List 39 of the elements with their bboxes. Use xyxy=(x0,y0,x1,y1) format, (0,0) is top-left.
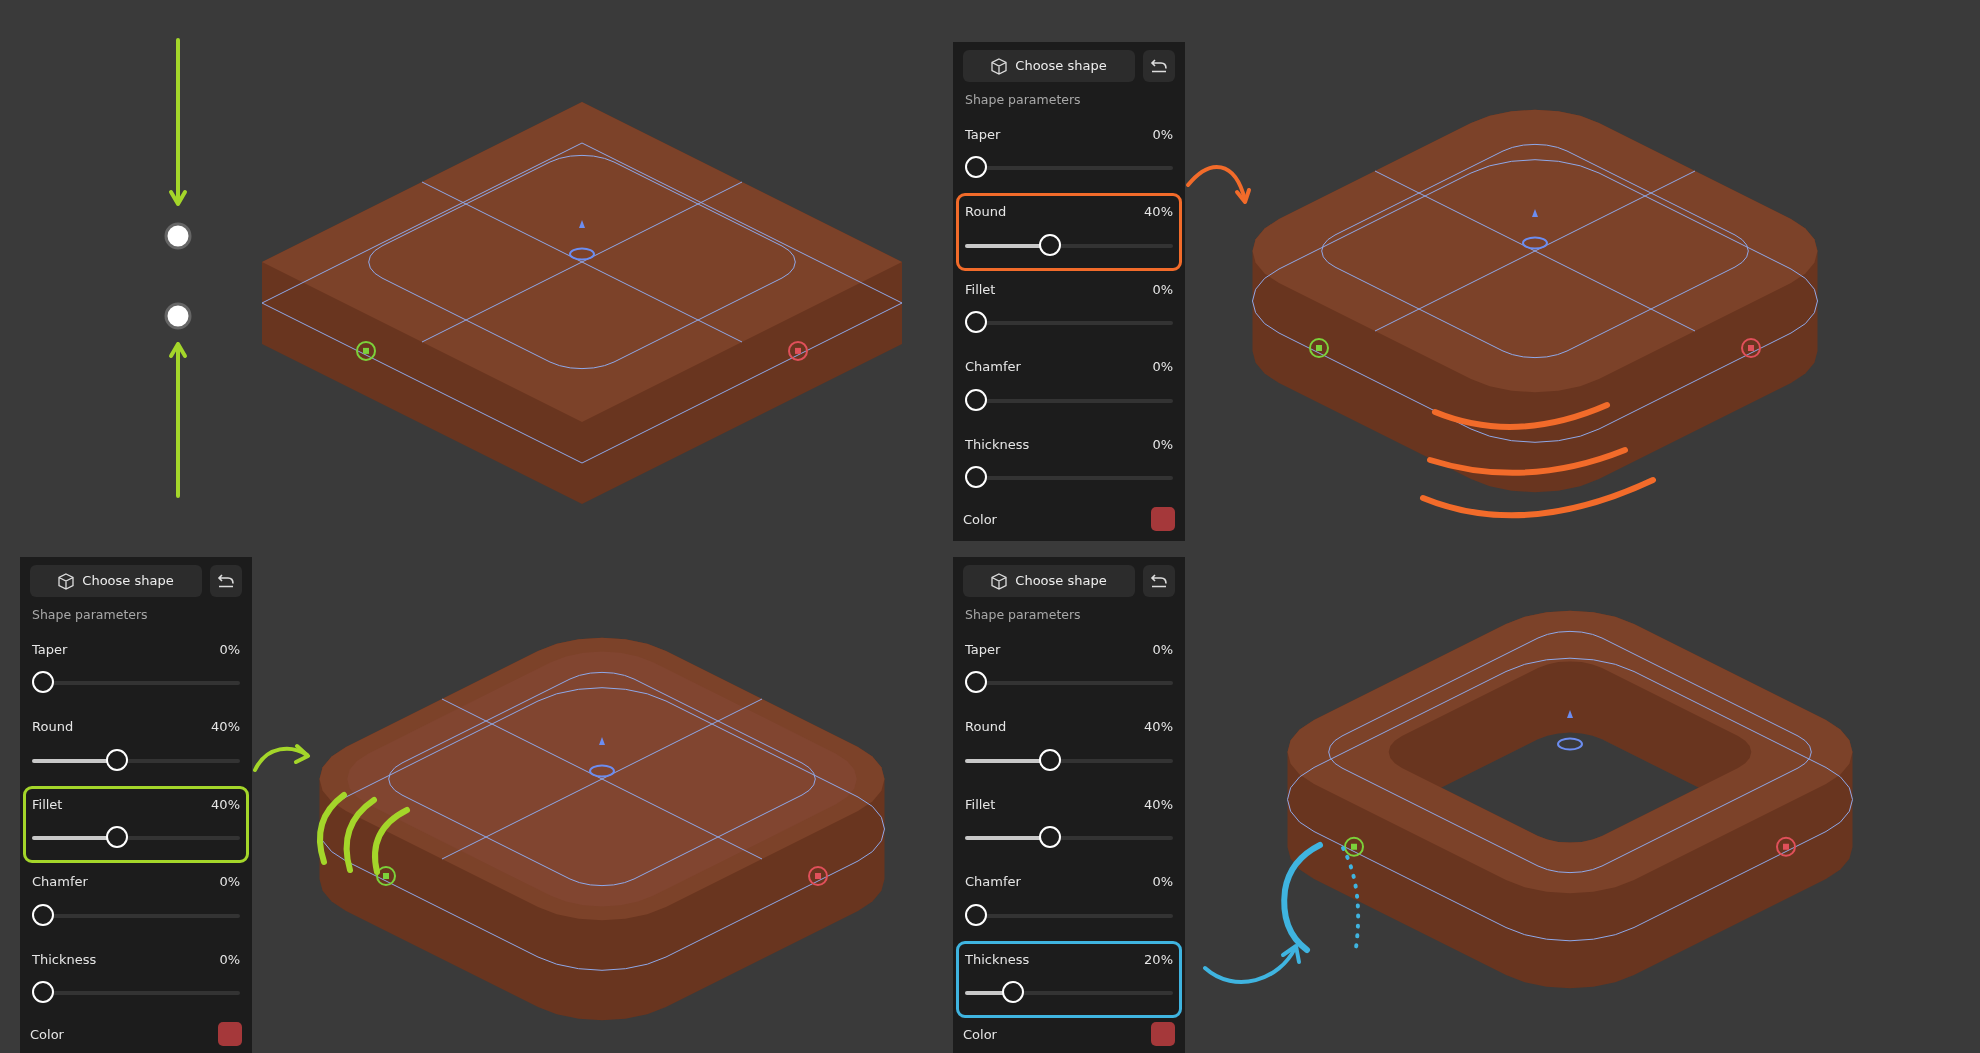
slider-label: Thickness xyxy=(965,435,1030,454)
slider-value: 40% xyxy=(1144,795,1173,814)
slider-value: 0% xyxy=(219,873,240,892)
slider-label: Chamfer xyxy=(32,873,88,892)
color-label: Color xyxy=(963,510,997,529)
choose-shape-button[interactable]: Choose shape xyxy=(30,565,202,597)
slider-value: 0% xyxy=(1152,435,1173,454)
section-label: Shape parameters xyxy=(965,606,1081,624)
slider-value: 0% xyxy=(219,640,240,659)
color-label: Color xyxy=(30,1025,64,1044)
slider-value: 0% xyxy=(219,950,240,969)
slider-label: Fillet xyxy=(965,795,996,814)
slider-label: Chamfer xyxy=(965,873,1021,892)
slider-value: 0% xyxy=(1152,280,1173,299)
slider-value: 20% xyxy=(1144,950,1173,969)
slider-label: Taper xyxy=(965,125,1001,144)
slider-value: 0% xyxy=(1152,358,1173,377)
slider-value: 40% xyxy=(211,795,240,814)
slider-label: Round xyxy=(965,718,1007,737)
slider-value: 0% xyxy=(1152,640,1173,659)
slider-value: 0% xyxy=(1152,125,1173,144)
section-label: Shape parameters xyxy=(32,606,148,624)
color-label: Color xyxy=(963,1025,997,1044)
slider-label: Thickness xyxy=(965,950,1030,969)
slider-label: Taper xyxy=(965,640,1001,659)
slider-label: Thickness xyxy=(32,950,97,969)
slider-label: Fillet xyxy=(965,280,996,299)
choose-shape-button[interactable]: Choose shape xyxy=(963,565,1135,597)
slider-label: Fillet xyxy=(32,795,63,814)
slider-value: 40% xyxy=(1144,718,1173,737)
slider-value: 40% xyxy=(1144,203,1173,222)
section-label: Shape parameters xyxy=(965,91,1081,109)
slider-label: Chamfer xyxy=(965,358,1021,377)
slider-value: 40% xyxy=(211,718,240,737)
slider-label: Taper xyxy=(32,640,68,659)
slider-label: Round xyxy=(965,203,1007,222)
slider-label: Round xyxy=(32,718,74,737)
slider-value: 0% xyxy=(1152,873,1173,892)
choose-shape-button[interactable]: Choose shape xyxy=(963,50,1135,82)
